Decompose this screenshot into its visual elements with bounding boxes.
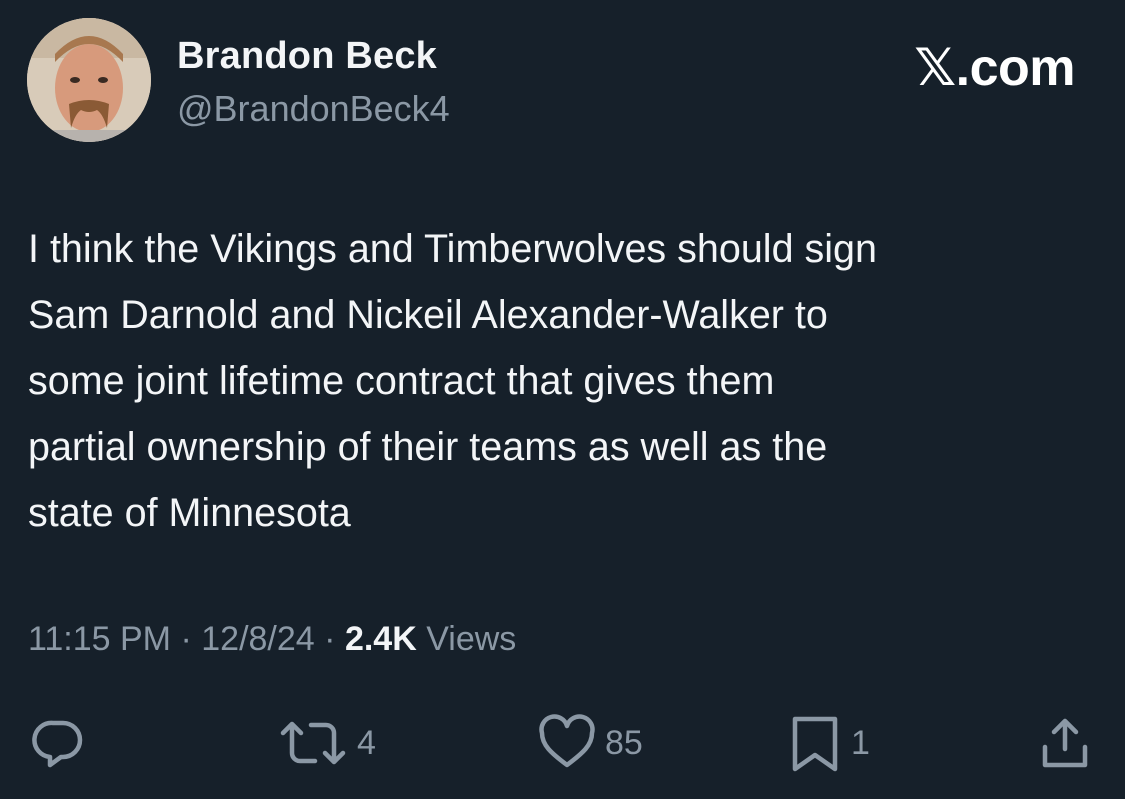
tweet-meta: 11:15 PM · 12/8/24 · 2.4K Views xyxy=(28,620,516,659)
meta-separator: · xyxy=(180,620,192,658)
reply-icon xyxy=(32,720,83,768)
share-button[interactable] xyxy=(1035,705,1095,781)
like-button[interactable]: 85 xyxy=(537,705,643,781)
share-icon xyxy=(1042,718,1088,768)
retweet-count: 4 xyxy=(357,723,376,762)
bookmark-button[interactable]: 1 xyxy=(787,705,870,781)
author-display-name[interactable]: Brandon Beck xyxy=(177,35,437,78)
action-bar: 4 85 1 xyxy=(0,705,1125,785)
tweet-date[interactable]: 12/8/24 xyxy=(201,620,314,658)
views-count: 2.4K xyxy=(344,620,417,658)
avatar-photo xyxy=(27,18,151,142)
avatar[interactable] xyxy=(27,18,151,142)
retweet-button[interactable]: 4 xyxy=(277,705,376,781)
site-brand-logo: 𝕏.com xyxy=(914,39,1075,97)
heart-icon xyxy=(539,714,595,768)
reply-button[interactable] xyxy=(28,705,88,781)
tweet-time[interactable]: 11:15 PM xyxy=(28,620,171,658)
author-handle[interactable]: @BrandonBeck4 xyxy=(177,88,450,130)
views-label: Views xyxy=(426,620,517,658)
meta-separator: · xyxy=(324,620,336,658)
tweet-text: I think the Vikings and Timberwolves sho… xyxy=(28,227,877,535)
retweet-icon xyxy=(280,721,346,765)
like-count: 85 xyxy=(605,723,643,762)
bookmark-count: 1 xyxy=(851,723,870,762)
bookmark-icon xyxy=(792,716,838,772)
